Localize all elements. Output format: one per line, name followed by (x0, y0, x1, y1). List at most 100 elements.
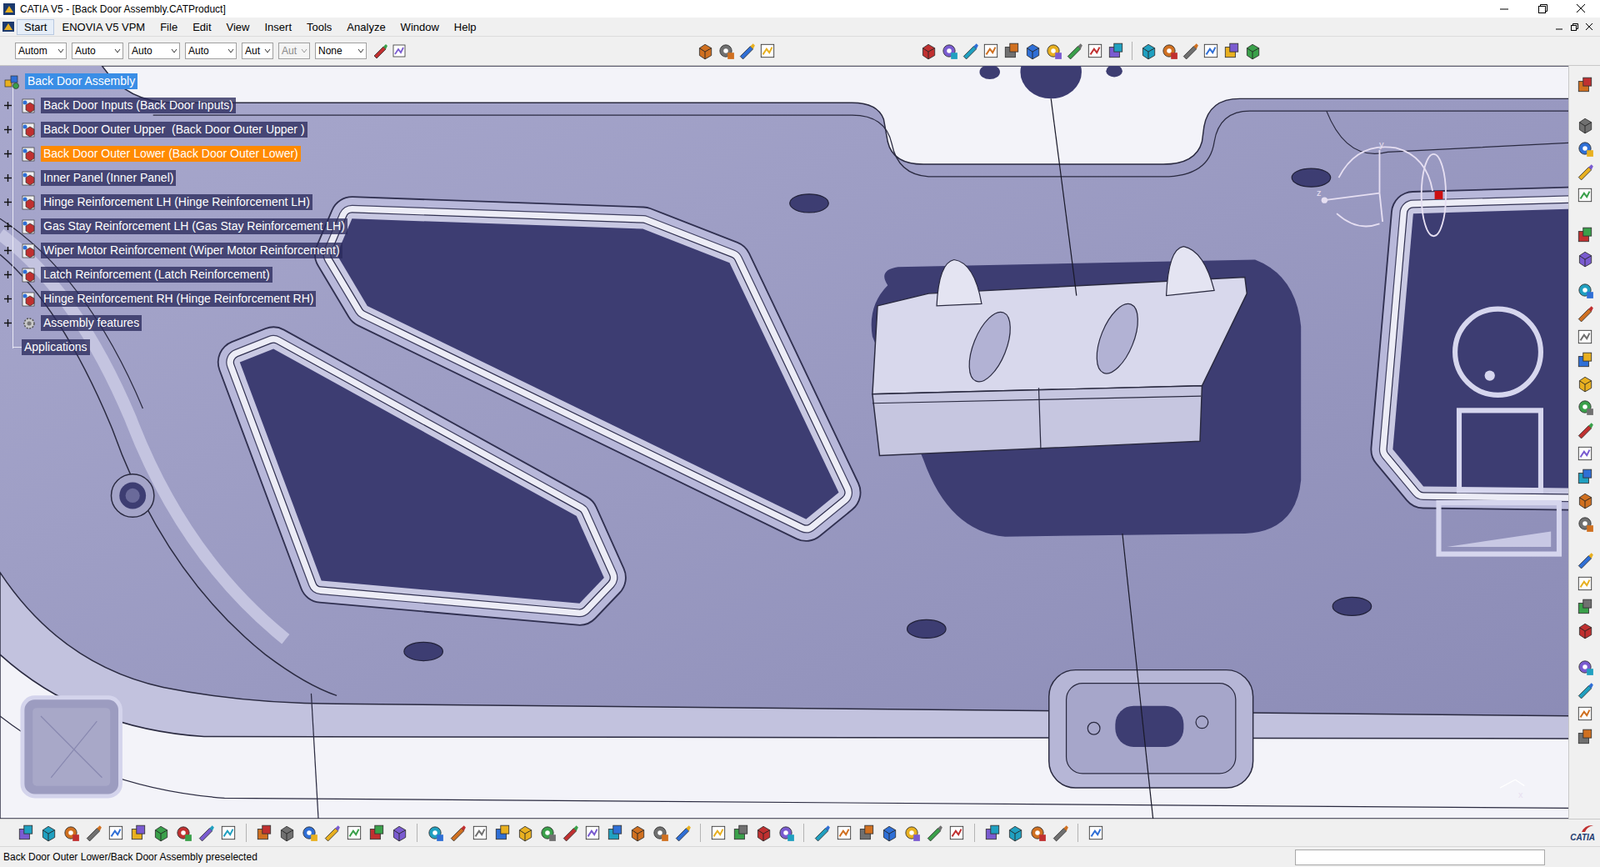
features-icon[interactable] (20, 315, 38, 332)
tool-icon[interactable] (695, 41, 715, 60)
tool-icon[interactable] (425, 823, 445, 842)
tool-icon[interactable] (390, 823, 409, 842)
expand-icon[interactable] (3, 149, 13, 159)
tool-icon[interactable] (390, 42, 408, 60)
tool-icon[interactable] (776, 823, 795, 842)
tool-icon[interactable] (1085, 41, 1105, 60)
tool-icon[interactable] (835, 823, 854, 842)
tool-icon[interactable] (925, 823, 944, 842)
tool-icon[interactable] (919, 41, 938, 60)
tool-icon[interactable] (1575, 115, 1595, 135)
tool-icon[interactable] (1575, 304, 1595, 323)
expand-icon[interactable] (3, 100, 13, 110)
tool-icon[interactable] (758, 41, 777, 60)
tool-icon[interactable] (1243, 41, 1262, 60)
tool-icon[interactable] (1086, 823, 1105, 842)
tree-label[interactable]: Latch Reinforcement (Latch Reinforcement… (40, 266, 273, 283)
tool-icon[interactable] (1222, 41, 1241, 60)
tool-icon[interactable] (1575, 280, 1595, 300)
tool-icon[interactable] (470, 823, 490, 842)
expand-icon[interactable] (3, 245, 13, 255)
close-icon[interactable] (1583, 20, 1595, 33)
tool-icon[interactable] (940, 41, 959, 60)
tree-label[interactable]: Gas Stay Reinforcement LH (Gas Stay Rein… (40, 218, 348, 235)
tool-icon[interactable] (1575, 620, 1595, 640)
tool-icon[interactable] (16, 823, 35, 842)
tree-item[interactable]: Latch Reinforcement (Latch Reinforcement… (3, 262, 348, 287)
3d-viewport[interactable]: yzxBack Door AssemblyBack Door Inputs (B… (0, 65, 1569, 819)
tree-item[interactable]: Hinge Reinforcement LH (Hinge Reinforcem… (3, 190, 348, 215)
restore-icon[interactable] (1523, 0, 1562, 18)
menu-item[interactable]: Analyze (339, 19, 393, 35)
tool-icon[interactable] (1050, 823, 1070, 842)
tool-icon[interactable] (1180, 41, 1200, 60)
tool-icon[interactable] (61, 823, 80, 842)
expand-icon[interactable] (3, 173, 13, 183)
tool-icon[interactable] (1575, 225, 1595, 245)
tool-icon[interactable] (1106, 41, 1125, 60)
style-dropdown[interactable]: Aut (241, 42, 274, 60)
tool-icon[interactable] (880, 823, 899, 842)
tool-icon[interactable] (322, 823, 341, 842)
tool-icon[interactable] (716, 41, 735, 60)
tool-icon[interactable] (560, 823, 580, 842)
style-dropdown[interactable]: Auto (71, 42, 124, 60)
tool-icon[interactable] (255, 823, 274, 842)
style-dropdown[interactable]: None (315, 42, 367, 60)
tool-icon[interactable] (219, 823, 238, 842)
tool-icon[interactable] (1575, 574, 1595, 593)
tool-icon[interactable] (731, 823, 750, 842)
menu-item[interactable]: Edit (185, 19, 219, 35)
tree-item[interactable]: Assembly features (3, 310, 348, 335)
tool-icon[interactable] (1575, 185, 1595, 205)
document-icon[interactable] (1, 20, 15, 34)
tool-icon[interactable] (857, 823, 876, 842)
restore-icon[interactable] (1568, 20, 1580, 33)
tool-icon[interactable] (983, 823, 1002, 842)
menu-item[interactable]: Help (446, 19, 485, 35)
tool-icon[interactable] (1575, 139, 1595, 158)
tree-item[interactable]: Hinge Reinforcement RH (Hinge Reinforcem… (3, 286, 348, 311)
menu-item[interactable]: View (219, 19, 258, 35)
tool-icon[interactable] (709, 823, 728, 842)
tool-icon[interactable] (1065, 41, 1084, 60)
tool-icon[interactable] (371, 42, 389, 60)
expand-icon[interactable] (3, 125, 13, 135)
tool-icon[interactable] (902, 823, 921, 842)
tool-icon[interactable] (1139, 41, 1158, 60)
tool-icon[interactable] (1575, 350, 1595, 370)
tree-item[interactable]: Back Door Inputs (Back Door Inputs) (3, 93, 348, 118)
tree-item[interactable]: Wiper Motor Reinforcement (Wiper Motor R… (3, 238, 348, 263)
tool-icon[interactable] (448, 823, 467, 842)
part-icon[interactable] (20, 170, 38, 187)
tool-icon[interactable] (1575, 327, 1595, 346)
tool-icon[interactable] (605, 823, 625, 842)
tool-icon[interactable] (1005, 823, 1025, 842)
tool-icon[interactable] (1023, 41, 1042, 60)
tool-icon[interactable] (1575, 680, 1595, 700)
tool-icon[interactable] (1160, 41, 1179, 60)
expand-icon[interactable] (3, 270, 13, 280)
expand-icon[interactable] (3, 294, 13, 304)
tool-icon[interactable] (174, 823, 193, 842)
expand-icon[interactable] (3, 197, 13, 207)
tree-label[interactable]: Inner Panel (Inner Panel) (40, 170, 176, 186)
tool-icon[interactable] (493, 823, 512, 842)
menu-item[interactable]: Tools (299, 19, 340, 35)
minimize-icon[interactable] (1553, 20, 1565, 33)
tool-icon[interactable] (1575, 374, 1595, 393)
tree-label[interactable]: Back Door Outer Upper (Back Door Outer U… (40, 121, 308, 138)
tool-icon[interactable] (345, 823, 364, 842)
part-icon[interactable] (20, 97, 38, 115)
command-input[interactable] (1295, 849, 1545, 865)
tool-icon[interactable] (151, 823, 170, 842)
tool-icon[interactable] (628, 823, 647, 842)
expand-icon[interactable] (3, 318, 13, 328)
tool-icon[interactable] (1575, 514, 1595, 533)
tree-label[interactable]: Assembly features (40, 315, 142, 331)
part-icon[interactable] (20, 145, 38, 163)
tool-icon[interactable] (196, 823, 215, 842)
tree-label[interactable]: Applications (21, 339, 90, 355)
tool-icon[interactable] (1575, 597, 1595, 616)
tool-icon[interactable] (1575, 420, 1595, 440)
